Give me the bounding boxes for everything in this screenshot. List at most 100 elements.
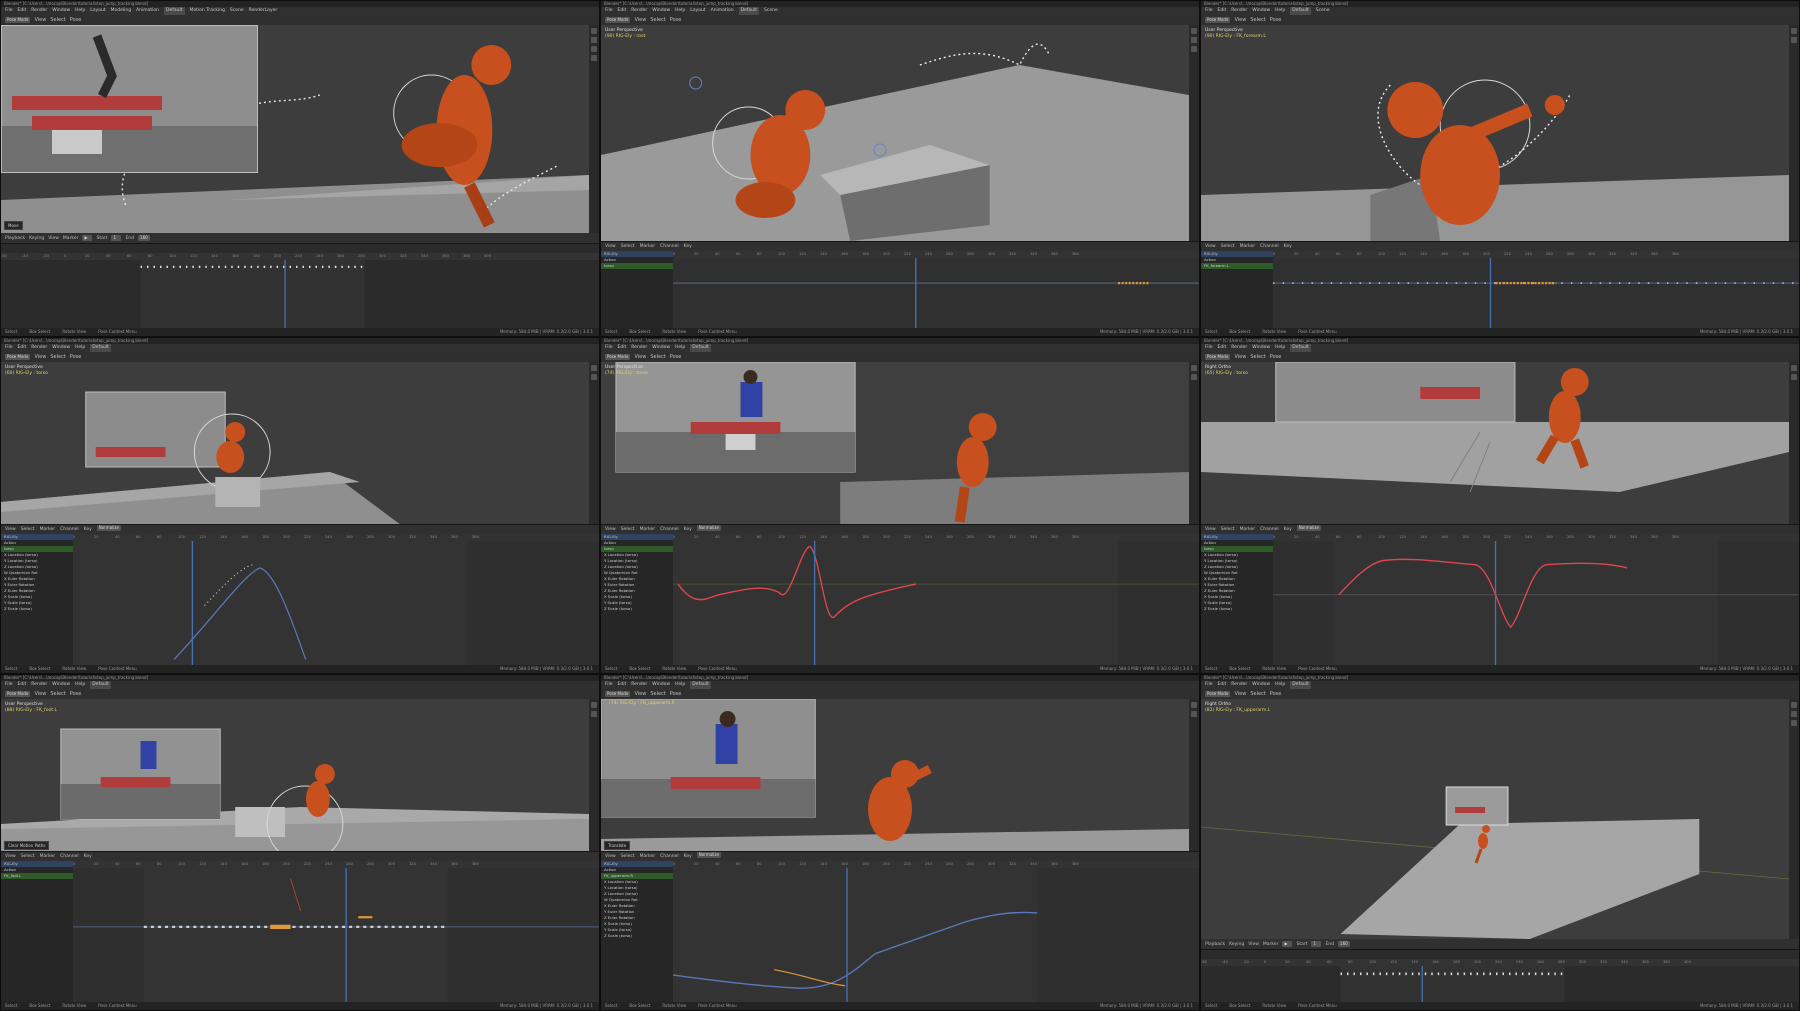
editor-select-menu[interactable]: Select xyxy=(621,242,635,251)
tab-layout[interactable]: Layout xyxy=(90,7,105,15)
tab-default[interactable]: Default xyxy=(164,7,185,15)
pose-menu[interactable]: Pose xyxy=(70,691,82,697)
menu-edit[interactable]: Edit xyxy=(618,7,627,15)
editor-channel-menu[interactable]: Channel xyxy=(660,242,678,251)
pose-menu[interactable]: Pose xyxy=(1270,354,1282,360)
timeline-area[interactable] xyxy=(1,260,599,329)
editor-select-menu[interactable]: Select xyxy=(1221,525,1235,534)
menu-help[interactable]: Help xyxy=(675,7,685,15)
pose-menu[interactable]: Pose xyxy=(70,354,82,360)
menu-render[interactable]: Render xyxy=(1231,7,1247,15)
view-menu[interactable]: View xyxy=(634,691,646,697)
frame-ruler[interactable]: 0 20 40 60 80 100 120 140 160 180 200 220 240 260 280 3… xyxy=(1273,251,1799,258)
hand-icon[interactable] xyxy=(591,711,597,717)
timeline-marker-menu[interactable]: Marker xyxy=(1263,942,1279,947)
select-menu[interactable]: Select xyxy=(50,354,65,360)
hand-icon[interactable] xyxy=(1191,374,1197,380)
editor-select-menu[interactable]: Select xyxy=(21,525,35,534)
hand-icon[interactable] xyxy=(591,374,597,380)
editor-select-menu[interactable]: Select xyxy=(21,852,35,861)
tab-default[interactable]: Default xyxy=(1290,681,1311,689)
tab-animation[interactable]: Animation xyxy=(136,7,159,15)
editor-marker-menu[interactable]: Marker xyxy=(640,852,656,861)
menu-file[interactable]: File xyxy=(605,681,613,689)
scene-name[interactable]: Scene xyxy=(764,7,778,15)
pose-menu[interactable]: Pose xyxy=(1270,17,1282,23)
normalize-toggle[interactable]: Normalize xyxy=(96,525,121,531)
menu-render[interactable]: Render xyxy=(631,681,647,689)
frame-ruler[interactable]: 0 20 40 60 80 100 120 140 160 180 200 220 240 260 280 3… xyxy=(1273,534,1799,541)
select-menu[interactable]: Select xyxy=(1250,17,1265,23)
frame-ruler[interactable]: 0 20 40 60 80 100 120 140 160 180 200 220 240 260 280 3… xyxy=(73,534,599,541)
graph-editor[interactable]: View Select Marker Channel Key Normalize… xyxy=(1,524,599,668)
3d-viewport[interactable]: User Perspective (90) RIG-Ely : FK_forear… xyxy=(1201,25,1789,241)
mode-select[interactable]: Pose Mode xyxy=(605,17,631,23)
frame-ruler[interactable]: 0 20 40 60 80 100 120 140 160 180 200 220 240 260 280 3… xyxy=(673,251,1199,258)
menu-render[interactable]: Render xyxy=(31,7,47,15)
menu-window[interactable]: Window xyxy=(1252,344,1270,352)
editor-channel-menu[interactable]: Channel xyxy=(660,525,678,534)
menu-edit[interactable]: Edit xyxy=(618,681,627,689)
dope-sheet-editor[interactable]: View Select Marker Channel Key RIG-Ely A… xyxy=(601,241,1199,331)
scene-name[interactable]: Scene xyxy=(230,7,244,15)
pose-menu[interactable]: Pose xyxy=(670,17,682,23)
editor-view-menu[interactable]: View xyxy=(605,852,616,861)
timeline-area[interactable] xyxy=(1201,966,1799,1005)
editor-view-menu[interactable]: View xyxy=(605,525,616,534)
frame-ruler[interactable]: 0 20 40 60 80 100 120 140 160 180 200 220 240 260 280 3… xyxy=(73,861,599,868)
curve-area[interactable] xyxy=(673,868,1199,1005)
tab-default[interactable]: Default xyxy=(690,681,711,689)
hand-icon[interactable] xyxy=(1791,374,1797,380)
select-menu[interactable]: Select xyxy=(50,691,65,697)
menu-help[interactable]: Help xyxy=(675,344,685,352)
pose-menu[interactable]: Pose xyxy=(1270,691,1282,697)
view-menu[interactable]: View xyxy=(34,354,46,360)
camera-icon[interactable] xyxy=(1791,720,1797,726)
curve-row[interactable]: Z Scale (torso) xyxy=(601,933,673,939)
select-menu[interactable]: Select xyxy=(650,17,665,23)
hand-icon[interactable] xyxy=(1191,711,1197,717)
menu-file[interactable]: File xyxy=(1205,344,1213,352)
menu-edit[interactable]: Edit xyxy=(18,7,27,15)
curve-area[interactable] xyxy=(673,541,1199,668)
curve-area[interactable] xyxy=(1273,541,1799,668)
pose-menu[interactable]: Pose xyxy=(70,17,82,23)
menu-window[interactable]: Window xyxy=(1252,681,1270,689)
frame-ruler[interactable]: 0 20 40 60 80 100 120 140 160 180 200 220 240 260 280 3… xyxy=(673,861,1199,868)
play-button[interactable]: ▶ xyxy=(82,235,93,241)
view-layer-name[interactable]: RenderLayer xyxy=(249,7,278,15)
start-frame-field[interactable]: 1 xyxy=(111,235,122,241)
editor-view-menu[interactable]: View xyxy=(1205,525,1216,534)
menu-help[interactable]: Help xyxy=(1275,7,1285,15)
menu-edit[interactable]: Edit xyxy=(18,681,27,689)
menu-window[interactable]: Window xyxy=(1252,7,1270,15)
3d-viewport[interactable]: User Perspective (74) RIG-Ely : torso xyxy=(601,362,1189,524)
editor-marker-menu[interactable]: Marker xyxy=(1240,525,1256,534)
playback-menu[interactable]: Playback xyxy=(1205,942,1225,947)
mode-select[interactable]: Pose Mode xyxy=(1205,691,1231,697)
graph-editor[interactable]: View Select Marker Channel Key Normalize… xyxy=(1201,524,1799,668)
hand-icon[interactable] xyxy=(591,37,597,43)
camera-icon[interactable] xyxy=(1191,46,1197,52)
dope-sheet-editor[interactable]: View Select Marker Channel Key RIG-Ely A… xyxy=(1,851,599,1005)
pose-menu[interactable]: Pose xyxy=(670,354,682,360)
view-menu[interactable]: View xyxy=(634,354,646,360)
timeline-editor[interactable]: -60 -40 -20 0 20 40 60 80 100 120 140 160 180 200 220 2… xyxy=(1201,949,1799,1005)
3d-viewport[interactable]: Right Ortho (65) RIG-Ely : torso xyxy=(1201,362,1789,524)
frame-ruler[interactable]: -60 -40 -20 0 20 40 60 80 100 120 140 160 180 200 220 2… xyxy=(1201,959,1799,966)
mode-select[interactable]: Pose Mode xyxy=(605,354,631,360)
select-menu[interactable]: Select xyxy=(650,691,665,697)
menu-edit[interactable]: Edit xyxy=(1218,344,1227,352)
editor-view-menu[interactable]: View xyxy=(605,242,616,251)
menu-file[interactable]: File xyxy=(1205,681,1213,689)
editor-select-menu[interactable]: Select xyxy=(621,525,635,534)
editor-key-menu[interactable]: Key xyxy=(684,852,692,861)
zoom-icon[interactable] xyxy=(591,365,597,371)
editor-view-menu[interactable]: View xyxy=(5,852,16,861)
play-button[interactable]: ▶ xyxy=(1282,941,1293,947)
editor-select-menu[interactable]: Select xyxy=(1221,242,1235,251)
tab-default[interactable]: Default xyxy=(690,344,711,352)
menu-help[interactable]: Help xyxy=(1275,681,1285,689)
3d-viewport[interactable]: Right Ortho (82) RIG-Ely : FK_upperarm.L xyxy=(1201,699,1789,939)
editor-marker-menu[interactable]: Marker xyxy=(640,242,656,251)
